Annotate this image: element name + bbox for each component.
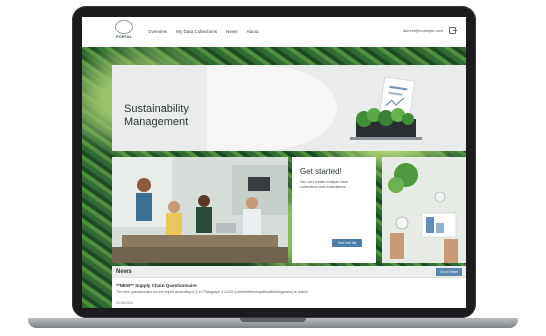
hero-title-line2: Management xyxy=(124,116,189,128)
go-to-news-button[interactable]: Go to News xyxy=(436,268,462,276)
hero-title: Sustainability Management xyxy=(124,103,189,129)
nav-link-about[interactable]: About xyxy=(247,29,259,34)
nav-link-my-data-collections[interactable]: My Data Collections xyxy=(176,29,217,34)
top-nav: PORTAL Overview My Data Collections News… xyxy=(82,17,466,47)
logo-text: PORTAL xyxy=(115,34,133,39)
portal-logo[interactable]: PORTAL xyxy=(114,20,134,42)
laptop-frame: PORTAL Overview My Data Collections News… xyxy=(0,0,546,336)
get-started-card: Get started! You can create multiple dat… xyxy=(292,157,376,263)
logo-mark xyxy=(115,20,133,34)
screen: PORTAL Overview My Data Collections News… xyxy=(82,17,466,308)
meeting-photo xyxy=(112,157,288,263)
plants-photo xyxy=(382,157,466,263)
hero-banner: Sustainability Management xyxy=(112,65,466,151)
news-panel: News Go to News **NEW** Supply Chain Que… xyxy=(112,266,466,308)
news-title: News xyxy=(116,269,132,275)
news-header: News Go to News xyxy=(112,266,466,278)
logout-icon[interactable] xyxy=(449,27,457,34)
nav-link-overview[interactable]: Overview xyxy=(148,29,167,34)
user-area: laurent@example.com xyxy=(403,27,457,34)
news-item-title[interactable]: **NEW** Supply Chain Questionnaire xyxy=(116,283,197,288)
get-started-title: Get started! xyxy=(300,167,342,176)
meeting-photo-illustration xyxy=(112,157,288,263)
laptop-plant-illustration xyxy=(350,76,422,140)
hero-curve-shape xyxy=(207,65,337,151)
nav-link-news[interactable]: News xyxy=(226,29,238,34)
news-item-text: The new questionnaire for the report acc… xyxy=(116,290,309,294)
hero-title-line1: Sustainability xyxy=(124,103,189,115)
news-item-date: 19.06.2024 xyxy=(116,301,133,305)
plants-photo-illustration xyxy=(382,157,466,263)
user-email[interactable]: laurent@example.com xyxy=(403,28,443,33)
laptop-hinge-notch xyxy=(240,318,306,322)
nav-links: Overview My Data Collections News About xyxy=(148,29,259,34)
get-started-button[interactable]: Your Info list xyxy=(332,239,362,247)
get-started-text: You can create multiple data collections… xyxy=(300,180,348,189)
